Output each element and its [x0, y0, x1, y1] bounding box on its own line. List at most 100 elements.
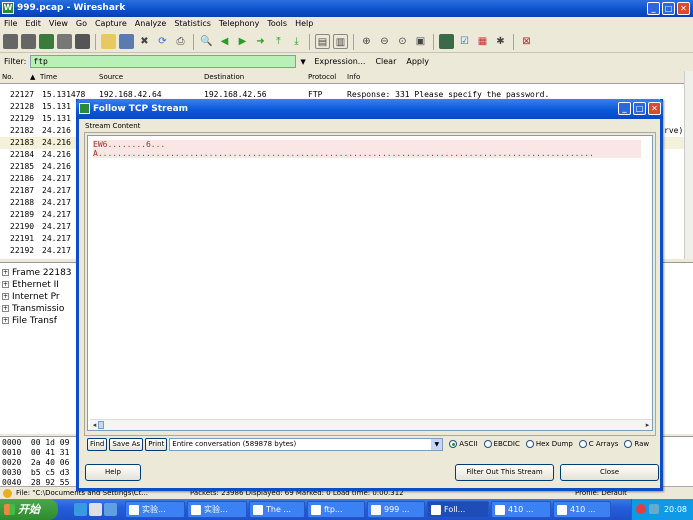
open-file-icon[interactable]: [101, 34, 116, 49]
radio-hex-dump[interactable]: Hex Dump: [525, 440, 573, 448]
tree-item-tcp[interactable]: + Transmissio: [2, 303, 64, 315]
radio-c-arrays[interactable]: C Arrays: [578, 440, 618, 448]
print-icon[interactable]: ⎙: [173, 34, 188, 49]
task-button[interactable]: ftp...: [307, 501, 365, 518]
menu-telephony[interactable]: Telephony: [219, 17, 259, 31]
save-file-icon[interactable]: [119, 34, 134, 49]
filter-out-stream-button[interactable]: Filter Out This Stream: [455, 464, 554, 481]
tray-icon[interactable]: [636, 504, 646, 514]
dialog-minimize-button[interactable]: _: [618, 102, 631, 115]
restart-capture-icon[interactable]: [75, 34, 90, 49]
menu-file[interactable]: File: [4, 17, 17, 31]
task-button[interactable]: 410 ...: [491, 501, 551, 518]
expression-button[interactable]: Expression...: [314, 57, 365, 66]
expand-icon[interactable]: +: [2, 305, 9, 312]
capture-filters-icon[interactable]: [439, 34, 454, 49]
resize-columns-icon[interactable]: ▣: [413, 34, 428, 49]
colorize-icon[interactable]: ▤: [315, 34, 330, 49]
dialog-close-button[interactable]: ✕: [648, 102, 661, 115]
help-icon[interactable]: ⊠: [519, 34, 534, 49]
expand-icon[interactable]: +: [2, 269, 9, 276]
minimize-button[interactable]: _: [647, 2, 660, 15]
task-button[interactable]: The ...: [249, 501, 305, 518]
radio-raw[interactable]: Raw: [624, 440, 649, 448]
filter-input[interactable]: ftp: [30, 55, 297, 68]
menu-view[interactable]: View: [49, 17, 68, 31]
tray-icon[interactable]: [649, 504, 659, 514]
interfaces-icon[interactable]: [3, 34, 18, 49]
tree-item-frame[interactable]: + Frame 22183: [2, 267, 72, 279]
zoom-normal-icon[interactable]: ⊙: [395, 34, 410, 49]
first-packet-icon[interactable]: ⤒: [271, 34, 286, 49]
options-icon[interactable]: [21, 34, 36, 49]
save-as-button[interactable]: Save As: [109, 437, 144, 451]
quicklaunch-media-icon[interactable]: [104, 503, 117, 516]
task-button[interactable]: 实验...: [125, 501, 185, 518]
apply-button[interactable]: Apply: [406, 57, 429, 66]
menu-go[interactable]: Go: [76, 17, 87, 31]
help-button[interactable]: Help: [85, 464, 141, 481]
expand-icon[interactable]: +: [2, 293, 9, 300]
dialog-maximize-button[interactable]: □: [633, 102, 646, 115]
task-button[interactable]: 实验...: [187, 501, 247, 518]
go-to-packet-icon[interactable]: ➜: [253, 34, 268, 49]
menu-capture[interactable]: Capture: [95, 17, 127, 31]
close-file-icon[interactable]: ✖: [137, 34, 152, 49]
dialog-title-bar[interactable]: Follow TCP Stream _ □ ✕: [76, 99, 663, 119]
task-button-active[interactable]: Foll...: [427, 501, 489, 518]
tree-item-ftp[interactable]: + File Transf: [2, 315, 57, 327]
zoom-in-icon[interactable]: ⊕: [359, 34, 374, 49]
expand-icon[interactable]: +: [2, 317, 9, 324]
menu-edit[interactable]: Edit: [25, 17, 41, 31]
coloring-rules-icon[interactable]: ▦: [475, 34, 490, 49]
main-window-title-bar[interactable]: W 999.pcap - Wireshark _ □ ✕: [0, 0, 693, 17]
stream-content-text[interactable]: EW6........6... A.......................…: [87, 135, 653, 431]
auto-scroll-icon[interactable]: ▥: [333, 34, 348, 49]
clear-button[interactable]: Clear: [375, 57, 396, 66]
column-time[interactable]: Time: [40, 71, 57, 84]
chevron-down-icon[interactable]: ▼: [431, 438, 443, 450]
last-packet-icon[interactable]: ⤓: [289, 34, 304, 49]
expert-info-icon[interactable]: [3, 489, 12, 498]
menu-analyze[interactable]: Analyze: [135, 17, 167, 31]
menu-statistics[interactable]: Statistics: [174, 17, 211, 31]
zoom-out-icon[interactable]: ⊖: [377, 34, 392, 49]
scroll-right-icon[interactable]: ▸: [643, 421, 652, 430]
expand-icon[interactable]: +: [2, 281, 9, 288]
quicklaunch-ie-icon[interactable]: [74, 503, 87, 516]
column-protocol[interactable]: Protocol: [308, 71, 336, 84]
tree-item-ethernet[interactable]: + Ethernet II: [2, 279, 59, 291]
display-filters-icon[interactable]: ☑: [457, 34, 472, 49]
horizontal-scrollbar[interactable]: ◂ ▸: [90, 419, 652, 430]
column-source[interactable]: Source: [99, 71, 123, 84]
maximize-button[interactable]: □: [662, 2, 675, 15]
find-packet-icon[interactable]: 🔍: [199, 34, 214, 49]
start-capture-icon[interactable]: [39, 34, 54, 49]
preferences-icon[interactable]: ✱: [493, 34, 508, 49]
menu-help[interactable]: Help: [295, 17, 313, 31]
print-button[interactable]: Print: [145, 437, 168, 451]
task-button[interactable]: 999 ...: [367, 501, 425, 518]
go-back-icon[interactable]: ◀: [217, 34, 232, 49]
column-no[interactable]: No.: [2, 71, 14, 84]
close-button[interactable]: ✕: [677, 2, 690, 15]
radio-ebcdic[interactable]: EBCDIC: [483, 440, 520, 448]
packet-list-scrollbar[interactable]: [684, 71, 693, 259]
stop-capture-icon[interactable]: [57, 34, 72, 49]
conversation-select[interactable]: Entire conversation (589878 bytes) ▼: [169, 437, 444, 451]
reload-icon[interactable]: ⟳: [155, 34, 170, 49]
quicklaunch-desktop-icon[interactable]: [89, 503, 102, 516]
scroll-thumb[interactable]: [98, 421, 104, 429]
find-button[interactable]: Find: [87, 437, 108, 451]
filter-dropdown-icon[interactable]: ▼: [300, 58, 310, 66]
start-button[interactable]: 开始: [0, 499, 58, 520]
radio-ascii[interactable]: ASCII: [449, 440, 478, 448]
go-forward-icon[interactable]: ▶: [235, 34, 250, 49]
tree-item-ip[interactable]: + Internet Pr: [2, 291, 60, 303]
column-destination[interactable]: Destination: [204, 71, 244, 84]
menu-tools[interactable]: Tools: [267, 17, 287, 31]
clock[interactable]: 20:08: [664, 505, 687, 514]
task-button[interactable]: 410 ...: [553, 501, 611, 518]
close-dialog-button[interactable]: Close: [560, 464, 659, 481]
column-info[interactable]: Info: [347, 71, 360, 84]
